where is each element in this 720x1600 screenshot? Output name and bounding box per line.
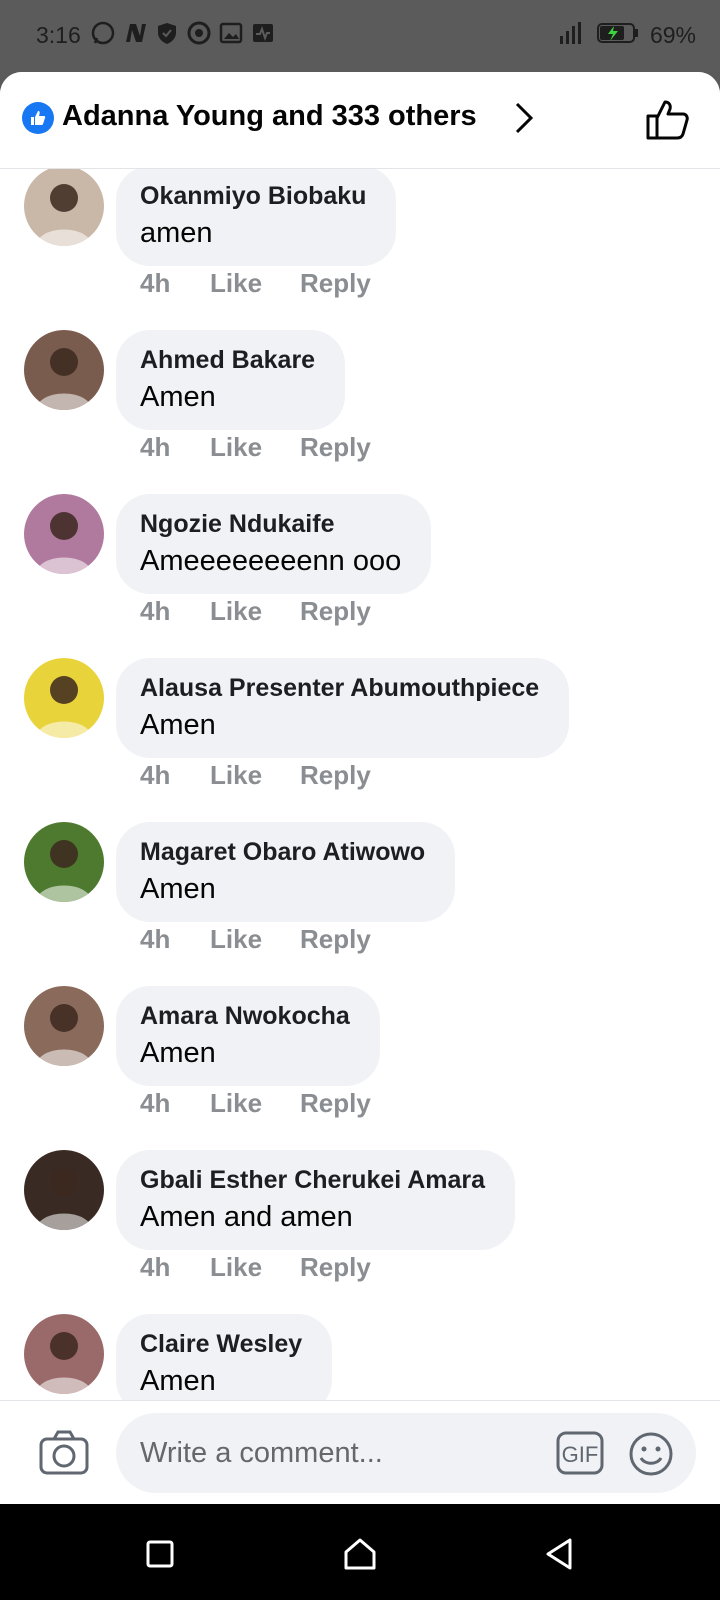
comment-timestamp: 4h [140,1252,171,1282]
comment-timestamp: 4h [140,760,171,790]
gif-icon[interactable]: GIF [556,1431,604,1475]
like-badge-icon [22,102,54,134]
comment-text: Amen [140,873,216,905]
status-time: 3:16 [36,22,81,48]
avatar[interactable] [24,330,104,410]
comment-text: Amen [140,381,216,413]
home-nav-icon[interactable] [340,1534,380,1574]
like-link[interactable]: Like [210,924,262,955]
comment-bubble[interactable]: Alausa Presenter Abumouthpiece Amen [116,658,570,758]
avatar[interactable] [24,166,104,246]
status-notification-icons [90,20,276,46]
gallery-icon [218,20,244,46]
reply-link[interactable]: Reply [300,268,371,299]
comment-bubble[interactable]: Ahmed Bakare Amen [116,330,346,430]
activity-icon [250,20,276,46]
chrome-icon [186,20,212,46]
status-bar: 3:16 69% [0,0,720,72]
comment-composer: GIF [0,1400,720,1504]
commenter-name[interactable]: Okanmiyo Biobaku [140,182,366,211]
commenter-name[interactable]: Ahmed Bakare [140,346,315,375]
reply-link[interactable]: Reply [300,1252,371,1283]
like-link[interactable]: Like [210,1252,262,1283]
comment-timestamp: 4h [140,924,171,954]
signal-icon [558,20,586,51]
emoji-icon[interactable] [628,1431,674,1477]
like-link[interactable]: Like [210,760,262,791]
avatar[interactable] [24,986,104,1066]
comment-item: Ahmed Bakare Amen 4h Like Reply [0,330,720,490]
reactions-summary[interactable]: Adanna Young and 333 others [62,100,477,133]
avatar[interactable] [24,658,104,738]
comment-text: amen [140,217,213,249]
commenter-name[interactable]: Magaret Obaro Atiwowo [140,838,425,867]
comment-bubble[interactable]: Gbali Esther Cherukei Amara Amen and amen [116,1150,516,1250]
comment-text: Amen and amen [140,1201,353,1233]
news-icon [122,20,148,46]
back-nav-icon[interactable] [540,1534,580,1574]
thumbs-up-icon[interactable] [644,96,692,144]
comment-timestamp: 4h [140,268,171,298]
reply-link[interactable]: Reply [300,760,371,791]
comment-bubble[interactable]: Okanmiyo Biobaku amen [116,166,397,266]
comment-bubble[interactable]: Magaret Obaro Atiwowo Amen [116,822,456,922]
battery-icon [596,21,640,50]
commenter-name[interactable]: Gbali Esther Cherukei Amara [140,1166,485,1195]
comment-timestamp: 4h [140,596,171,626]
commenter-name[interactable]: Claire Wesley [140,1330,302,1359]
comments-sheet: Adanna Young and 333 others Okanmiyo Bio… [0,72,720,1504]
comment-item: Ngozie Ndukaife Ameeeeeeeenn ooo 4h Like Rep… [0,494,720,654]
avatar[interactable] [24,1150,104,1230]
status-system-icons: 69% [558,20,696,51]
comment-bubble[interactable]: Amara Nwokocha Amen [116,986,380,1086]
comment-text: Amen [140,709,216,741]
like-link[interactable]: Like [210,596,262,627]
svg-text:GIF: GIF [562,1442,599,1467]
avatar[interactable] [24,1314,104,1394]
reply-link[interactable]: Reply [300,1088,371,1119]
avatar[interactable] [24,494,104,574]
comment-timestamp: 4h [140,432,171,462]
comment-item: Alausa Presenter Abumouthpiece Amen 4h Like… [0,658,720,818]
comment-item: Amara Nwokocha Amen 4h Like Reply [0,986,720,1146]
battery-percent: 69% [649,22,696,48]
system-nav-bar [0,1504,720,1600]
comment-text: Amen [140,1365,216,1397]
comment-timestamp: 4h [140,1088,171,1118]
square-nav-icon[interactable] [140,1534,180,1574]
like-link[interactable]: Like [210,432,262,463]
commenter-name[interactable]: Ngozie Ndukaife [140,510,401,539]
camera-icon[interactable] [38,1429,90,1477]
reply-link[interactable]: Reply [300,432,371,463]
comment-item: Okanmiyo Biobaku amen 4h Like Reply [0,166,720,326]
like-link[interactable]: Like [210,1088,262,1119]
comment-bubble[interactable]: Ngozie Ndukaife Ameeeeeeeenn ooo [116,494,432,594]
comment-input[interactable] [116,1413,696,1493]
comment-item: Magaret Obaro Atiwowo Amen 4h Like Reply [0,822,720,982]
reactions-header[interactable]: Adanna Young and 333 others [0,72,720,169]
avatar[interactable] [24,822,104,902]
comment-text: Amen [140,1037,216,1069]
reply-link[interactable]: Reply [300,924,371,955]
reply-link[interactable]: Reply [300,596,371,627]
shield-icon [154,20,180,46]
comment-text: Ameeeeeeeenn ooo [140,545,402,577]
commenter-name[interactable]: Alausa Presenter Abumouthpiece [140,674,539,703]
chevron-right-icon[interactable] [512,100,536,136]
comment-item: Gbali Esther Cherukei Amara Amen and amen… [0,1150,720,1310]
comment-bubble[interactable]: Claire Wesley Amen [116,1314,333,1414]
like-link[interactable]: Like [210,268,262,299]
commenter-name[interactable]: Amara Nwokocha [140,1002,350,1031]
whatsapp-icon [90,20,116,46]
